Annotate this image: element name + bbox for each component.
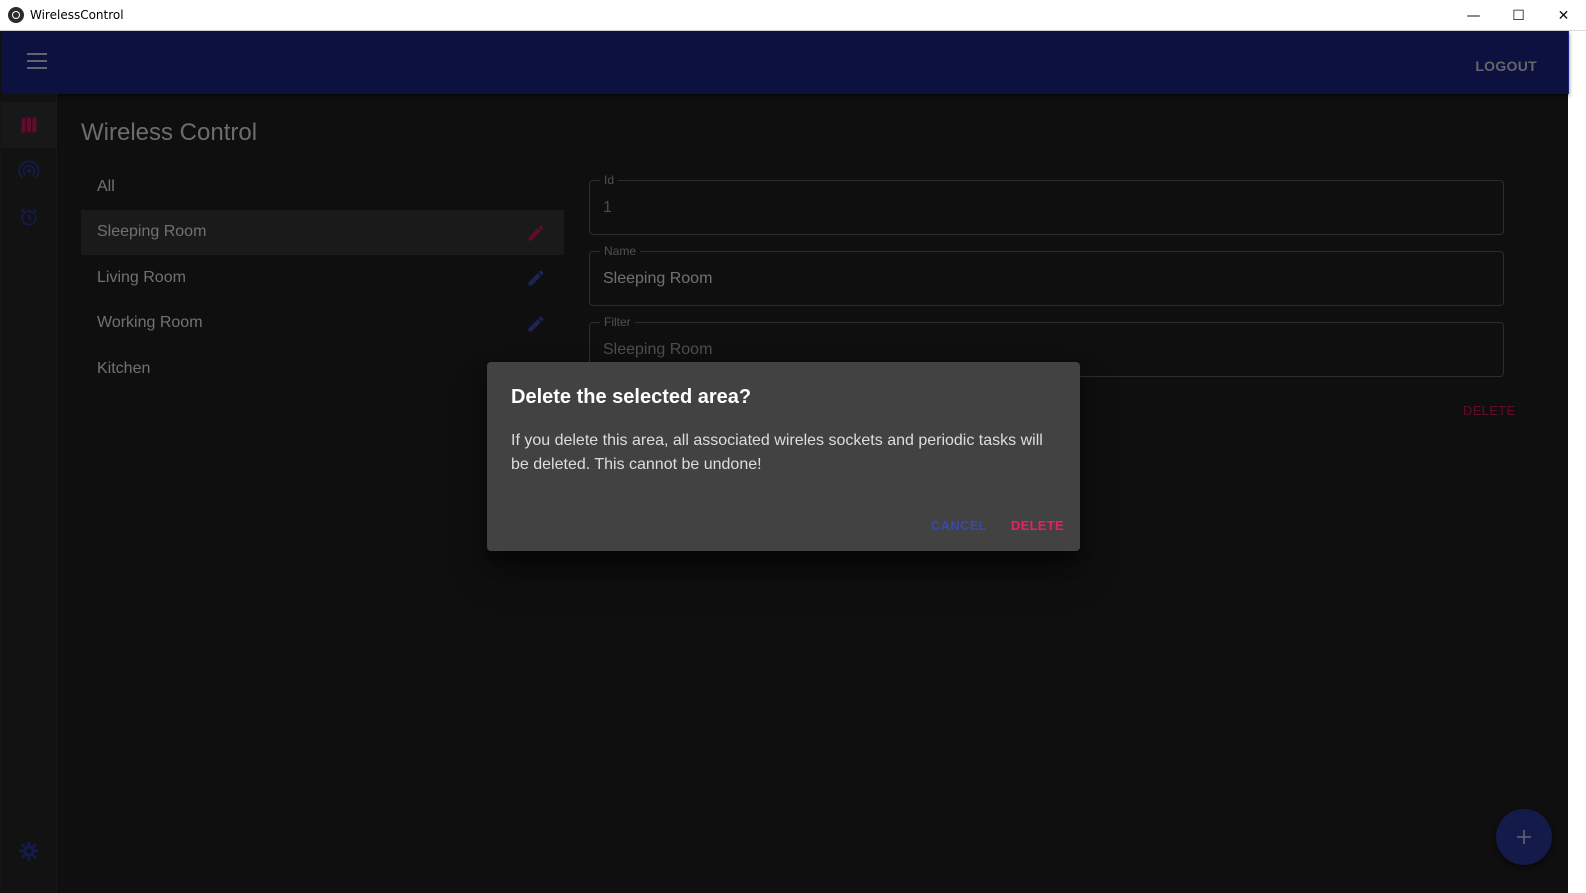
window-title: WirelessControl bbox=[30, 8, 124, 22]
window-controls: — ☐ ✕ bbox=[1451, 0, 1586, 31]
window-edge bbox=[1568, 31, 1586, 893]
dialog-actions: CANCEL DELETE bbox=[931, 518, 1064, 533]
app-logo-icon bbox=[8, 7, 24, 23]
delete-confirm-dialog: Delete the selected area? If you delete … bbox=[487, 362, 1080, 551]
dialog-message: If you delete this area, all associated … bbox=[511, 432, 1043, 473]
minimize-button[interactable]: — bbox=[1451, 0, 1496, 31]
maximize-button[interactable]: ☐ bbox=[1496, 0, 1541, 31]
dialog-title: Delete the selected area? bbox=[511, 386, 752, 408]
confirm-delete-button[interactable]: DELETE bbox=[1011, 518, 1064, 533]
close-window-button[interactable]: ✕ bbox=[1541, 0, 1586, 31]
cancel-button[interactable]: CANCEL bbox=[931, 518, 987, 533]
window-titlebar: WirelessControl — ☐ ✕ bbox=[0, 0, 1586, 31]
